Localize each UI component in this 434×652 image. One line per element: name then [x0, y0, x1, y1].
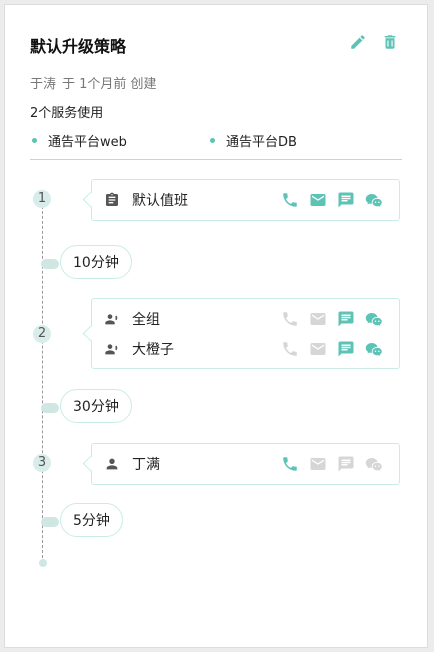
phone-icon[interactable] — [281, 340, 299, 358]
sms-icon[interactable] — [337, 310, 355, 328]
delay-badge: 30分钟 — [60, 389, 132, 423]
clipboard-icon — [104, 192, 120, 208]
email-icon[interactable] — [309, 191, 327, 209]
policy-title: 默认升级策略 — [30, 37, 127, 56]
notify-channels — [281, 191, 383, 209]
delete-icon[interactable] — [381, 32, 399, 56]
service-name: 通告平台DB — [226, 135, 297, 150]
email-icon[interactable] — [309, 455, 327, 473]
divider — [30, 159, 402, 160]
bullet-icon — [32, 138, 37, 143]
service-name: 通告平台web — [48, 135, 127, 150]
target-row: 大橙子 — [104, 339, 387, 359]
notify-channels — [281, 310, 383, 328]
sms-icon[interactable] — [337, 340, 355, 358]
target-name: 丁满 — [132, 457, 160, 473]
delay-connector — [41, 403, 59, 413]
wechat-icon[interactable] — [365, 340, 383, 358]
notify-channels — [281, 340, 383, 358]
wechat-icon[interactable] — [365, 191, 383, 209]
service-item[interactable]: 通告平台web — [32, 131, 127, 150]
target-row: 全组 — [104, 309, 387, 329]
step-number: 1 — [33, 190, 51, 208]
service-item[interactable]: 通告平台DB — [210, 131, 297, 150]
email-icon[interactable] — [309, 340, 327, 358]
created-time: 于 1个月前 创建 — [62, 77, 157, 92]
step-3-box: 丁满 — [91, 443, 400, 485]
target-name: 大橙子 — [132, 342, 174, 358]
sms-icon[interactable] — [337, 455, 355, 473]
target-row: 默认值班 — [104, 190, 387, 210]
step-number: 2 — [33, 325, 51, 343]
service-count: 2个服务使用 — [30, 106, 104, 121]
phone-icon[interactable] — [281, 310, 299, 328]
phone-icon[interactable] — [281, 191, 299, 209]
group-icon — [104, 311, 120, 327]
step-number: 3 — [33, 454, 51, 472]
timeline-line — [42, 191, 43, 563]
bullet-icon — [210, 138, 215, 143]
policy-meta: 于涛于 1个月前 创建 — [30, 73, 163, 92]
delay-connector — [41, 517, 59, 527]
step-2-box: 全组 大橙子 — [91, 298, 400, 369]
delay-connector — [41, 259, 59, 269]
target-row: 丁满 — [104, 454, 387, 474]
group-icon — [104, 341, 120, 357]
timeline-end-dot — [39, 559, 47, 567]
target-name: 全组 — [132, 312, 160, 328]
creator-name: 于涛 — [30, 77, 57, 92]
wechat-icon[interactable] — [365, 455, 383, 473]
sms-icon[interactable] — [337, 191, 355, 209]
notify-channels — [281, 455, 383, 473]
target-name: 默认值班 — [132, 193, 188, 209]
user-icon — [104, 456, 120, 472]
wechat-icon[interactable] — [365, 310, 383, 328]
edit-icon[interactable] — [349, 33, 367, 55]
delay-badge: 10分钟 — [60, 245, 132, 279]
email-icon[interactable] — [309, 310, 327, 328]
step-1-box: 默认值班 — [91, 179, 400, 221]
phone-icon[interactable] — [281, 455, 299, 473]
delay-badge: 5分钟 — [60, 503, 123, 537]
escalation-policy-card: 默认升级策略 于涛于 1个月前 创建 2个服务使用 通告平台web 通告平台DB… — [4, 4, 428, 648]
